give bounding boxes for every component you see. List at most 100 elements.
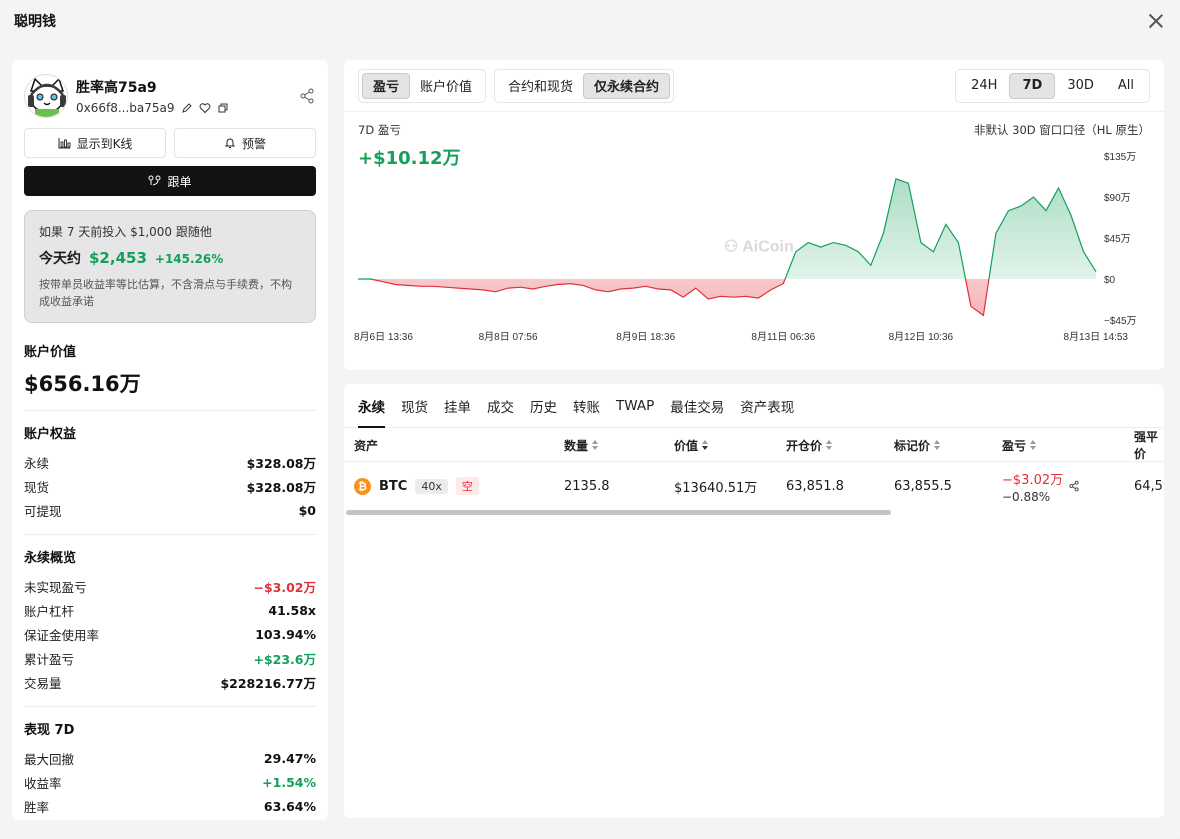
perp-row-cumulative-pnl: 累计盈亏 +$23.6万 [24,646,316,670]
copy-icon[interactable] [217,102,229,114]
wallet-address: 0x66f8...ba75a9 [76,101,175,115]
positions-card: 永续 现货 挂单 成交 历史 转账 TWAP 最佳交易 资产表现 资产 数量 价… [344,384,1164,818]
tab-history[interactable]: 历史 [530,384,557,428]
share-icon[interactable] [298,87,316,105]
kv-key: 保证金使用率 [24,627,100,643]
bitcoin-icon: ₿ [354,477,371,495]
simulation-amount: $2,453 [89,249,147,267]
alert-button[interactable]: 预警 [174,128,316,158]
kv-value: +$23.6万 [253,651,316,667]
col-value[interactable]: 价值 [674,428,709,462]
horizontal-scrollbar[interactable] [346,510,891,515]
kv-key: 账户杠杆 [24,603,75,619]
tab-pnl[interactable]: 盈亏 [362,72,411,99]
account-value: $656.16万 [24,372,141,396]
trader-name: 胜率高75a9 [76,80,157,96]
tab-account-value[interactable]: 账户价值 [410,73,482,99]
col-label: 标记价 [894,438,931,453]
perp-overview-title: 永续概览 [24,551,77,566]
tab-24h[interactable]: 24H [959,73,1009,99]
tab-open-orders[interactable]: 挂单 [444,384,471,428]
tab-all[interactable]: All [1106,73,1146,99]
heart-icon[interactable] [199,102,211,114]
pnl-percent: −0.88% [1002,489,1051,504]
cell-liq-price: 64,59 [1134,478,1164,494]
chart-header: 7D 盈亏 非默认 30D 窗口口径（HL 原生） [344,112,1164,138]
cell-mark-price: 63,855.5 [894,478,952,494]
follow-simulation-card: 如果 7 天前投入 $1,000 跟随他 今天约 $2,453 +145.26%… [24,210,316,323]
cell-asset: ₿ BTC 40x 空 [354,462,479,510]
equity-row-perp: 永续 $328.08万 [24,450,316,474]
tab-spot[interactable]: 现货 [401,384,428,428]
tab-transfers[interactable]: 转账 [573,384,600,428]
tab-perp-only[interactable]: 仅永续合约 [583,72,671,99]
perf-row-max-drawdown: 最大回撤 29.47% [24,746,316,770]
tab-perpetual[interactable]: 永续 [358,384,385,428]
x-tick-label: 8月12日 10:36 [889,331,954,343]
edit-icon[interactable] [181,102,193,114]
col-mark-price[interactable]: 标记价 [894,428,941,462]
profile-info: 胜率高75a9 0x66f8...ba75a9 [76,77,298,115]
pnl-area-chart[interactable]: ⚇ AiCoin $135万 $90万 $45万 $0 −$45万 8月6日 13:36 8月… [344,146,1164,356]
kv-key: 现货 [24,479,50,495]
scope-tabs: 合约和现货 仅永续合约 [494,68,675,103]
performance-section: 表现 7D 最大回撤 29.47% 收益率 +1.54% 胜率 63.64% [24,719,316,818]
x-tick-label: 8月8日 07:56 [479,331,538,343]
perp-row-unrealized: 未实现盈亏 −$3.02万 [24,574,316,598]
cell-pnl: −$3.02万 −0.88% [1002,462,1063,510]
divider [24,706,316,707]
divider [24,410,316,411]
follow-button[interactable]: 跟单 [24,166,316,196]
col-entry-price[interactable]: 开仓价 [786,428,833,462]
leverage-badge: 40x [415,478,448,494]
y-tick-label: $0 [1104,275,1116,286]
table-row[interactable]: ₿ BTC 40x 空 2135.8 $13640.51万 63,851.8 6… [344,462,1164,510]
equity-section: 账户权益 永续 $328.08万 现货 $328.08万 可提现 $0 [24,423,316,522]
tab-twap[interactable]: TWAP [616,384,654,428]
kv-key: 收益率 [24,775,62,791]
follow-label: 跟单 [167,174,192,189]
perp-overview-section: 永续概览 未实现盈亏 −$3.02万 账户杠杆 41.58x 保证金使用率 103.9… [24,547,316,694]
copy-trade-icon [148,175,161,185]
perp-row-margin-usage: 保证金使用率 103.94% [24,622,316,646]
sort-icon [934,440,941,450]
cell-entry-price: 63,851.8 [786,478,844,494]
col-size[interactable]: 数量 [564,428,599,462]
tab-perp-and-spot[interactable]: 合约和现货 [498,73,583,99]
show-kline-button[interactable]: 显示到K线 [24,128,166,158]
chart-toolbar: 盈亏 账户价值 合约和现货 仅永续合约 24H 7D 30D All [344,60,1164,112]
tab-7d[interactable]: 7D [1009,72,1056,99]
profile: 胜率高75a9 0x66f8...ba75a9 [24,74,316,118]
range-tabs: 24H 7D 30D All [955,68,1150,103]
x-tick-label: 8月13日 14:53 [1064,331,1129,343]
perf-row-win-rate: 胜率 63.64% [24,794,316,818]
sort-icon [702,440,709,450]
close-icon[interactable] [1146,11,1166,31]
col-label: 强平价 [1134,430,1159,461]
action-buttons: 显示到K线 预警 [24,128,316,158]
tab-fills[interactable]: 成交 [487,384,514,428]
tab-asset-performance[interactable]: 资产表现 [740,384,794,428]
alert-label: 预警 [241,136,266,151]
col-pnl[interactable]: 盈亏 [1002,428,1037,462]
x-tick-label: 8月9日 18:36 [616,331,675,343]
modal-title: 聪明钱 [14,14,56,30]
perf-row-return: 收益率 +1.54% [24,770,316,794]
kv-key: 胜率 [24,799,50,815]
metric-tabs: 盈亏 账户价值 [358,68,487,103]
address-row: 0x66f8...ba75a9 [76,101,298,115]
col-label: 资产 [354,438,379,453]
pnl-amount: −$3.02万 [1002,472,1064,488]
kv-key: 交易量 [24,675,62,691]
performance-title: 表现 7D [24,723,75,738]
tab-best-trades[interactable]: 最佳交易 [670,384,724,428]
kv-value: $328.08万 [246,455,316,471]
col-label: 数量 [564,438,589,453]
tab-30d[interactable]: 30D [1055,73,1106,99]
kv-value: −$3.02万 [253,579,316,595]
sort-icon [826,440,833,450]
positions-tabs: 永续 现货 挂单 成交 历史 转账 TWAP 最佳交易 资产表现 [344,384,1164,428]
kv-key: 永续 [24,455,50,471]
share-position-button[interactable] [1068,462,1080,510]
kv-value: 29.47% [263,750,316,766]
